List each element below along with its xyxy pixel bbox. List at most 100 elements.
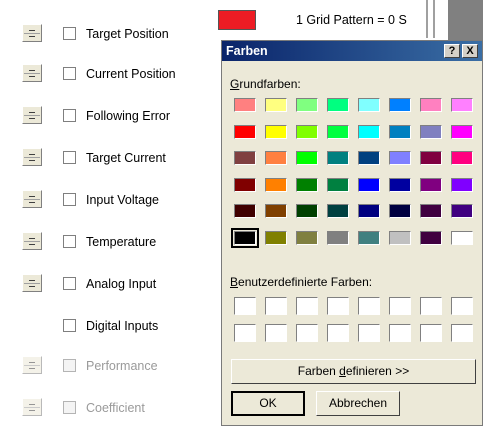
custom-color-swatch[interactable] — [389, 297, 411, 315]
basic-color-swatch[interactable] — [265, 98, 287, 112]
basic-color-swatch[interactable] — [451, 177, 473, 192]
custom-color-swatch[interactable] — [389, 324, 411, 342]
custom-color-swatch[interactable] — [327, 324, 349, 342]
basic-color-swatch[interactable] — [265, 124, 287, 139]
channel-checkbox[interactable] — [63, 235, 76, 248]
basic-color-swatch[interactable] — [451, 230, 473, 245]
custom-color-swatch[interactable] — [296, 324, 318, 342]
custom-color-swatch[interactable] — [451, 297, 473, 315]
basic-color-swatch[interactable] — [296, 98, 318, 112]
basic-color-swatch[interactable] — [234, 151, 256, 165]
divider — [433, 0, 435, 38]
basic-color-swatch[interactable] — [327, 151, 349, 165]
channel-label: Analog Input — [86, 277, 157, 291]
basic-color-swatch[interactable] — [234, 204, 256, 218]
basic-color-swatch[interactable] — [358, 204, 380, 218]
basic-color-swatch[interactable] — [296, 151, 318, 165]
basic-color-swatch[interactable] — [327, 124, 349, 139]
channel-checkbox[interactable] — [63, 151, 76, 164]
basic-color-swatch[interactable] — [389, 98, 411, 112]
selected-color-swatch[interactable] — [218, 10, 256, 30]
basic-color-swatch[interactable] — [265, 204, 287, 218]
basic-color-swatch[interactable] — [234, 177, 256, 192]
custom-color-swatch[interactable] — [358, 324, 380, 342]
custom-color-swatch[interactable] — [327, 297, 349, 315]
basic-color-swatch[interactable] — [451, 151, 473, 165]
custom-color-swatch[interactable] — [420, 297, 442, 315]
channel-label: Target Current — [86, 151, 166, 165]
basic-color-swatch[interactable] — [296, 177, 318, 192]
channel-row: Analog Input — [0, 274, 215, 294]
basic-color-swatch[interactable] — [296, 204, 318, 218]
basic-color-swatch[interactable] — [296, 230, 318, 245]
basic-color-swatch[interactable] — [420, 151, 442, 165]
basic-color-swatch[interactable] — [451, 124, 473, 139]
basic-color-swatch[interactable] — [358, 151, 380, 165]
custom-color-swatch[interactable] — [265, 324, 287, 342]
spin-button[interactable] — [22, 190, 42, 208]
basic-color-swatch[interactable] — [234, 124, 256, 139]
basic-color-swatch[interactable] — [234, 98, 256, 112]
custom-color-swatch[interactable] — [265, 297, 287, 315]
custom-color-swatch[interactable] — [234, 324, 256, 342]
custom-color-swatch[interactable] — [234, 297, 256, 315]
basic-colors-label: Grundfarben: — [230, 77, 301, 91]
basic-color-swatch[interactable] — [389, 204, 411, 218]
spin-button[interactable] — [22, 148, 42, 166]
spin-button[interactable] — [22, 64, 42, 82]
basic-color-swatch[interactable] — [231, 227, 259, 248]
basic-color-swatch[interactable] — [420, 204, 442, 218]
help-button[interactable]: ? — [444, 44, 460, 58]
basic-color-swatch[interactable] — [327, 204, 349, 218]
dialog-titlebar[interactable]: Farben ? X — [222, 41, 482, 61]
custom-color-swatch[interactable] — [451, 324, 473, 342]
basic-color-swatch[interactable] — [358, 124, 380, 139]
basic-color-swatch[interactable] — [389, 124, 411, 139]
spin-button[interactable] — [22, 274, 42, 292]
channel-checkbox[interactable] — [63, 67, 76, 80]
basic-color-swatch[interactable] — [296, 124, 318, 139]
spin-button[interactable] — [22, 24, 42, 42]
channel-checkbox[interactable] — [63, 27, 76, 40]
channel-label: Performance — [86, 359, 158, 373]
channel-checkbox[interactable] — [63, 193, 76, 206]
divider — [426, 0, 428, 38]
basic-color-swatch[interactable] — [389, 230, 411, 245]
basic-color-swatch[interactable] — [420, 124, 442, 139]
basic-color-swatch[interactable] — [420, 98, 442, 112]
channel-checkbox[interactable] — [63, 277, 76, 290]
basic-color-swatch[interactable] — [358, 230, 380, 245]
channel-label: Target Position — [86, 27, 169, 41]
basic-color-swatch[interactable] — [389, 177, 411, 192]
basic-color-swatch[interactable] — [327, 230, 349, 245]
basic-color-swatch[interactable] — [451, 204, 473, 218]
close-button[interactable]: X — [462, 44, 478, 58]
color-dialog: Farben ? X Grundfarben: Benutzerdefinier… — [221, 40, 483, 426]
side-panel — [448, 0, 483, 40]
spin-button[interactable] — [22, 232, 42, 250]
basic-color-swatch[interactable] — [358, 98, 380, 112]
basic-color-swatch[interactable] — [358, 177, 380, 192]
basic-color-swatch[interactable] — [265, 230, 287, 245]
custom-color-swatch[interactable] — [358, 297, 380, 315]
custom-color-swatch[interactable] — [420, 324, 442, 342]
basic-color-swatch[interactable] — [265, 177, 287, 192]
basic-color-swatch[interactable] — [389, 151, 411, 165]
channel-checkbox[interactable] — [63, 319, 76, 332]
channel-row: Input Voltage — [0, 190, 215, 210]
basic-color-swatch[interactable] — [327, 177, 349, 192]
channel-row: Digital Inputs — [0, 316, 215, 336]
basic-color-swatch[interactable] — [451, 98, 473, 112]
cancel-button[interactable]: Abbrechen — [316, 391, 400, 416]
basic-color-swatch[interactable] — [327, 98, 349, 112]
channel-label: Input Voltage — [86, 193, 159, 207]
channel-checkbox[interactable] — [63, 109, 76, 122]
basic-color-swatch[interactable] — [420, 177, 442, 192]
define-colors-button[interactable]: Farben definieren >> — [231, 359, 476, 384]
basic-color-swatch[interactable] — [265, 151, 287, 165]
custom-color-swatch[interactable] — [296, 297, 318, 315]
channel-checkbox — [63, 359, 76, 372]
basic-color-swatch[interactable] — [420, 230, 442, 245]
ok-button[interactable]: OK — [231, 391, 305, 416]
spin-button[interactable] — [22, 106, 42, 124]
